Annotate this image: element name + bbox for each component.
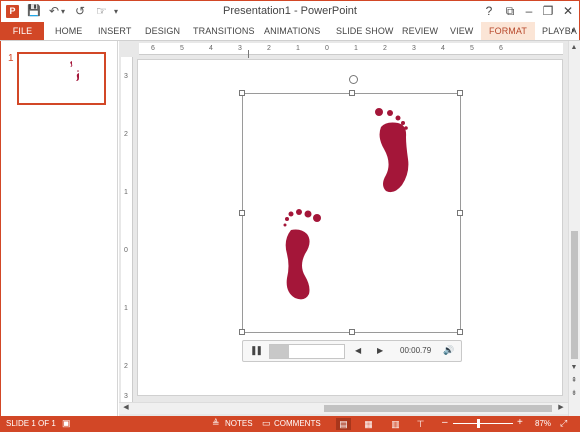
scroll-up-icon[interactable]: ▲: [569, 43, 579, 53]
vertical-ruler: 3 2 1 0 1 2 3: [121, 57, 133, 405]
comments-icon: ▭: [262, 418, 271, 428]
horizontal-scrollbar[interactable]: ◀ ▶: [119, 402, 568, 414]
rotation-stem: [248, 50, 249, 58]
scroll-thumb[interactable]: [324, 405, 552, 412]
scroll-right-icon[interactable]: ▶: [556, 403, 566, 413]
scroll-left-icon[interactable]: ◀: [121, 403, 131, 413]
slide-thumbnails-pane: 1: [0, 41, 118, 416]
fit-slide-icon[interactable]: ⤢: [560, 418, 567, 429]
zoom-slider[interactable]: [453, 419, 513, 428]
slide-sorter-icon[interactable]: ▦: [361, 418, 376, 430]
move-back-icon[interactable]: ◀: [355, 346, 361, 355]
tab-format[interactable]: FORMAT: [481, 22, 535, 40]
ruler-number: 3: [124, 73, 128, 80]
slide-number: 1: [8, 53, 14, 64]
horizontal-ruler: 6 5 4 3 2 1 0 1 2 3 4 5 6: [139, 43, 563, 55]
playback-progress-bar[interactable]: [269, 344, 345, 359]
spell-check-icon[interactable]: ▣: [62, 418, 71, 429]
ruler-number: 5: [180, 45, 184, 52]
ruler-number: 3: [124, 393, 128, 400]
progress-fill: [270, 345, 289, 358]
footprints-image: [283, 108, 409, 300]
resize-handle[interactable]: [457, 90, 463, 96]
vertical-scrollbar[interactable]: ▲ ▼ ⇞ ⇟: [568, 41, 580, 416]
ribbon-scroll-right-icon[interactable]: ▸: [572, 22, 576, 40]
ruler-number: 5: [470, 45, 474, 52]
ruler-number: 6: [499, 45, 503, 52]
tab-file[interactable]: FILE: [1, 22, 44, 40]
resize-handle[interactable]: [239, 210, 245, 216]
title-bar: P 💾 ↶ ▾ ↺ ☞ ▾ Presentation1 - PowerPoint…: [0, 0, 580, 22]
resize-handle[interactable]: [349, 329, 355, 335]
scroll-down-icon[interactable]: ▼: [569, 363, 579, 373]
next-slide-icon[interactable]: ⇟: [569, 389, 579, 399]
resize-handle[interactable]: [457, 329, 463, 335]
zoom-level[interactable]: 87%: [535, 419, 551, 428]
resize-handle[interactable]: [239, 90, 245, 96]
tab-home[interactable]: HOME: [55, 22, 82, 40]
ruler-number: 3: [238, 45, 242, 52]
slide-editor: 6 5 4 3 2 1 0 1 2 3 4 5 6 3 2 1 0 1 2 3: [119, 41, 580, 416]
slide-thumbnail[interactable]: [17, 52, 106, 105]
ruler-number: 1: [354, 45, 358, 52]
ruler-number: 6: [151, 45, 155, 52]
ruler-number: 1: [124, 189, 128, 196]
ruler-number: 4: [209, 45, 213, 52]
ruler-number: 1: [296, 45, 300, 52]
previous-slide-icon[interactable]: ⇞: [569, 376, 579, 386]
tab-design[interactable]: DESIGN: [145, 22, 180, 40]
thumbnail-footprints-image: [70, 61, 79, 81]
close-button[interactable]: ✕: [557, 2, 579, 20]
resize-handle[interactable]: [349, 90, 355, 96]
video-object[interactable]: [239, 75, 463, 335]
resize-handle[interactable]: [457, 210, 463, 216]
ruler-number: 2: [124, 131, 128, 138]
ruler-number: 0: [124, 247, 128, 254]
tab-slide-show[interactable]: SLIDE SHOW: [336, 22, 394, 40]
scroll-thumb[interactable]: [571, 231, 578, 359]
rotate-handle[interactable]: [349, 75, 358, 84]
pause-icon[interactable]: ❚❚: [250, 345, 263, 356]
zoom-slider-knob[interactable]: [477, 419, 481, 428]
tab-animations[interactable]: ANIMATIONS: [264, 22, 320, 40]
ruler-number: 2: [383, 45, 387, 52]
slide-canvas[interactable]: ❚❚ ◀ ▶ 00:00.79 🔊: [137, 50, 563, 396]
comments-button[interactable]: COMMENTS: [274, 419, 321, 428]
tab-insert[interactable]: INSERT: [98, 22, 131, 40]
notes-icon: ≜: [212, 418, 220, 428]
resize-handle[interactable]: [239, 329, 245, 335]
help-button[interactable]: ?: [478, 2, 500, 20]
notes-button[interactable]: NOTES: [225, 419, 253, 428]
tab-review[interactable]: REVIEW: [402, 22, 438, 40]
normal-view-icon[interactable]: ▤: [336, 418, 351, 430]
status-bar: SLIDE 1 OF 1 ▣ ≜ NOTES ▭ COMMENTS ▤ ▦ ▥ …: [0, 416, 580, 432]
media-controls: ❚❚ ◀ ▶ 00:00.79 🔊: [242, 340, 462, 362]
zoom-in-button[interactable]: +: [517, 417, 523, 428]
ruler-number: 0: [325, 45, 329, 52]
tab-transitions[interactable]: TRANSITIONS: [193, 22, 255, 40]
ruler-number: 2: [267, 45, 271, 52]
restore-button[interactable]: ❐: [537, 2, 559, 20]
ruler-number: 2: [124, 363, 128, 370]
slide-counter: SLIDE 1 OF 1: [6, 419, 56, 428]
ruler-number: 1: [124, 305, 128, 312]
playback-time: 00:00.79: [400, 346, 432, 355]
ribbon-tabs: FILE HOME INSERT DESIGN TRANSITIONS ANIM…: [0, 22, 580, 40]
tab-view[interactable]: VIEW: [450, 22, 473, 40]
ruler-number: 4: [441, 45, 445, 52]
reading-view-icon[interactable]: ▥: [388, 418, 403, 430]
move-forward-icon[interactable]: ▶: [377, 346, 383, 355]
volume-icon[interactable]: 🔊: [443, 345, 454, 356]
slide-show-icon[interactable]: ⊤: [413, 418, 428, 430]
zoom-out-button[interactable]: –: [442, 417, 448, 428]
ruler-number: 3: [412, 45, 416, 52]
